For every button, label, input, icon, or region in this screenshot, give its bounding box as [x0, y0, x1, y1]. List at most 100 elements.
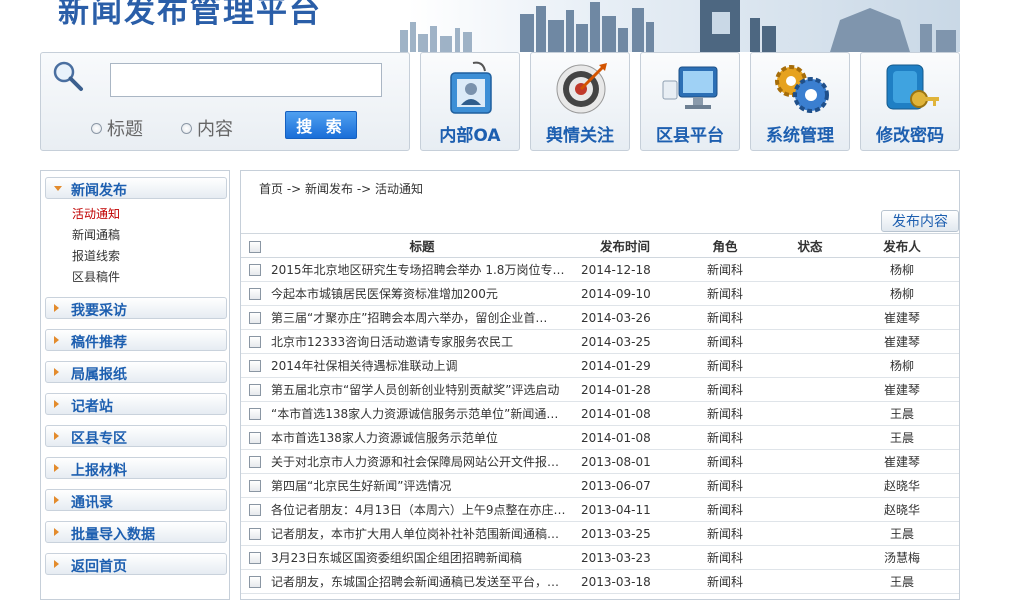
row-title[interactable]: 本市首选138家人力资源诚信服务示范单位: [269, 425, 575, 450]
row-role: 新闻科: [675, 497, 775, 522]
row-title[interactable]: 记者朋友，本市扩大用人单位岗补社补范围新闻通稿…: [269, 521, 575, 546]
breadcrumb: 首页 -> 新闻发布 -> 活动通知: [259, 182, 424, 196]
sidebar-item-activity-notice[interactable]: 活动通知: [72, 205, 120, 222]
row-status: [775, 497, 845, 522]
row-status: [775, 521, 845, 546]
row-role: 新闻科: [675, 521, 775, 546]
row-title[interactable]: 各位记者朋友：4月13日（本周六）上午9点整在亦庄…: [269, 497, 575, 522]
table-row[interactable]: 3月23日东城区国资委组织国企组团招聘新闻稿 2013-03-23 新闻科 汤慧梅: [241, 545, 959, 570]
table-row[interactable]: 关于对北京市人力资源和社会保障局网站公开文件报… 2013-08-01 新闻科 崔建琴: [241, 449, 959, 474]
row-status: [775, 449, 845, 474]
nav-tile-change-password[interactable]: 修改密码: [860, 52, 960, 151]
sidebar-item-report-leads[interactable]: 报道线索: [72, 247, 120, 264]
radio-title-label: 标题: [107, 119, 143, 140]
row-checkbox[interactable]: [249, 456, 261, 468]
table-row[interactable]: 第三届“才聚亦庄”招聘会本周六举办，留创企业首… 2014-03-26 新闻科 崔建琴: [241, 305, 959, 330]
select-all-cell: [241, 233, 269, 258]
table-row[interactable]: 2015年北京地区研究生专场招聘会举办 1.8万岗位专… 2014-12-18 新闻…: [241, 257, 959, 282]
row-status: [775, 473, 845, 498]
sidebar-group-interview[interactable]: 我要采访: [45, 297, 227, 319]
row-checkbox-cell: [241, 449, 269, 474]
sidebar-group-label: 记者站: [71, 399, 113, 415]
table-row[interactable]: 北京市12333咨询日活动邀请专家服务农民工 2014-03-25 新闻科 崔建琴: [241, 329, 959, 354]
table-row[interactable]: “本市首选138家人力资源诚信服务示范单位”新闻通… 2014-01-08 新闻科 王…: [241, 401, 959, 426]
column-header-title: 标题: [269, 233, 575, 258]
row-publisher: 崔建琴: [845, 305, 959, 330]
table-row[interactable]: 今起本市城镇居民医保筹资标准增加200元 2014-09-10 新闻科 杨柳: [241, 281, 959, 306]
radio-button[interactable]: [181, 122, 192, 134]
row-title[interactable]: “本市首选138家人力资源诚信服务示范单位”新闻通…: [269, 401, 575, 426]
row-date: 2013-04-11: [575, 497, 675, 522]
search-input[interactable]: [110, 63, 382, 97]
row-checkbox[interactable]: [249, 264, 261, 276]
row-publisher: 赵晓华: [845, 497, 959, 522]
nav-tile-system-management[interactable]: 系统管理: [750, 52, 850, 151]
row-checkbox-cell: [241, 257, 269, 282]
table-row[interactable]: 本市首选138家人力资源诚信服务示范单位 2014-01-08 新闻科 王晨: [241, 425, 959, 450]
table-row[interactable]: 记者朋友，本市扩大用人单位岗补社补范围新闻通稿… 2013-03-25 新闻科 王晨: [241, 521, 959, 546]
row-title[interactable]: 关于对北京市人力资源和社会保障局网站公开文件报…: [269, 449, 575, 474]
row-title[interactable]: 2014年社保相关待遇标准联动上调: [269, 353, 575, 378]
table-row[interactable]: 各位记者朋友：4月13日（本周六）上午9点整在亦庄… 2013-04-11 新闻科 赵…: [241, 497, 959, 522]
table-row[interactable]: 第四届“北京民生好新闻”评选情况 2013-06-07 新闻科 赵晓华: [241, 473, 959, 498]
search-panel: 标题 内容 搜 索: [40, 52, 410, 151]
row-publisher: 崔建琴: [845, 449, 959, 474]
radio-title-option[interactable]: 标题: [91, 115, 143, 141]
row-checkbox[interactable]: [249, 384, 261, 396]
sidebar-group-newspapers[interactable]: 局属报纸: [45, 361, 227, 383]
row-checkbox[interactable]: [249, 576, 261, 588]
row-checkbox[interactable]: [249, 360, 261, 372]
radio-content-option[interactable]: 内容: [181, 115, 233, 141]
row-status: [775, 425, 845, 450]
sidebar-group-label: 通讯录: [71, 495, 113, 511]
row-status: [775, 281, 845, 306]
nav-tile-label: 区县平台: [656, 126, 724, 146]
sidebar-group-news-release[interactable]: 新闻发布: [45, 177, 227, 199]
sidebar-item-district-manuscripts[interactable]: 区县稿件: [72, 268, 120, 285]
table-row[interactable]: 第五届北京市“留学人员创新创业特别贡献奖”评选启动 2014-01-28 新闻科 崔建…: [241, 377, 959, 402]
row-title[interactable]: 第五届北京市“留学人员创新创业特别贡献奖”评选启动: [269, 377, 575, 402]
row-checkbox[interactable]: [249, 504, 261, 516]
row-title[interactable]: 3月23日东城区国资委组织国企组团招聘新闻稿: [269, 545, 575, 570]
row-checkbox[interactable]: [249, 336, 261, 348]
sidebar-item-news-draft[interactable]: 新闻通稿: [72, 226, 120, 243]
row-role: 新闻科: [675, 473, 775, 498]
nav-tile-internal-oa[interactable]: 内部OA: [420, 52, 520, 151]
select-all-checkbox[interactable]: [249, 240, 261, 253]
table-row[interactable]: 2014年社保相关待遇标准联动上调 2014-01-29 新闻科 杨柳: [241, 353, 959, 378]
sidebar-group-submit-materials[interactable]: 上报材料: [45, 457, 227, 479]
row-checkbox[interactable]: [249, 432, 261, 444]
sidebar-group-reporter-station[interactable]: 记者站: [45, 393, 227, 415]
sidebar-group-bulk-import[interactable]: 批量导入数据: [45, 521, 227, 543]
row-publisher: 杨柳: [845, 353, 959, 378]
row-date: 2014-09-10: [575, 281, 675, 306]
sidebar-group-label: 区县专区: [71, 431, 127, 447]
header-banner: 新闻发布管理平台: [40, 0, 960, 52]
row-title[interactable]: 北京市12333咨询日活动邀请专家服务农民工: [269, 329, 575, 354]
row-checkbox[interactable]: [249, 528, 261, 540]
collapse-arrow-icon: [54, 304, 59, 312]
row-checkbox[interactable]: [249, 288, 261, 300]
nav-tile-public-opinion[interactable]: 舆情关注: [530, 52, 630, 151]
row-title[interactable]: 第四届“北京民生好新闻”评选情况: [269, 473, 575, 498]
sidebar-group-return-home[interactable]: 返回首页: [45, 553, 227, 575]
row-checkbox[interactable]: [249, 552, 261, 564]
nav-tile-district-platform[interactable]: 区县平台: [640, 52, 740, 151]
row-title[interactable]: 2015年北京地区研究生专场招聘会举办 1.8万岗位专…: [269, 257, 575, 282]
row-checkbox[interactable]: [249, 408, 261, 420]
radio-button[interactable]: [91, 122, 102, 134]
row-publisher: 王晨: [845, 521, 959, 546]
sidebar-group-district-zone[interactable]: 区县专区: [45, 425, 227, 447]
table-header-row: 标题 发布时间 角色 状态 发布人: [241, 233, 959, 258]
row-title[interactable]: 今起本市城镇居民医保筹资标准增加200元: [269, 281, 575, 306]
search-button[interactable]: 搜 索: [285, 111, 357, 139]
sidebar-group-contacts[interactable]: 通讯录: [45, 489, 227, 511]
sidebar-group-recommend[interactable]: 稿件推荐: [45, 329, 227, 351]
sidebar-group-label: 上报材料: [71, 463, 127, 479]
row-publisher: 王晨: [845, 401, 959, 426]
row-title[interactable]: 第三届“才聚亦庄”招聘会本周六举办，留创企业首…: [269, 305, 575, 330]
row-checkbox[interactable]: [249, 480, 261, 492]
row-checkbox[interactable]: [249, 312, 261, 324]
publish-content-button[interactable]: 发布内容: [881, 210, 959, 232]
nav-tile-label: 舆情关注: [546, 126, 614, 146]
